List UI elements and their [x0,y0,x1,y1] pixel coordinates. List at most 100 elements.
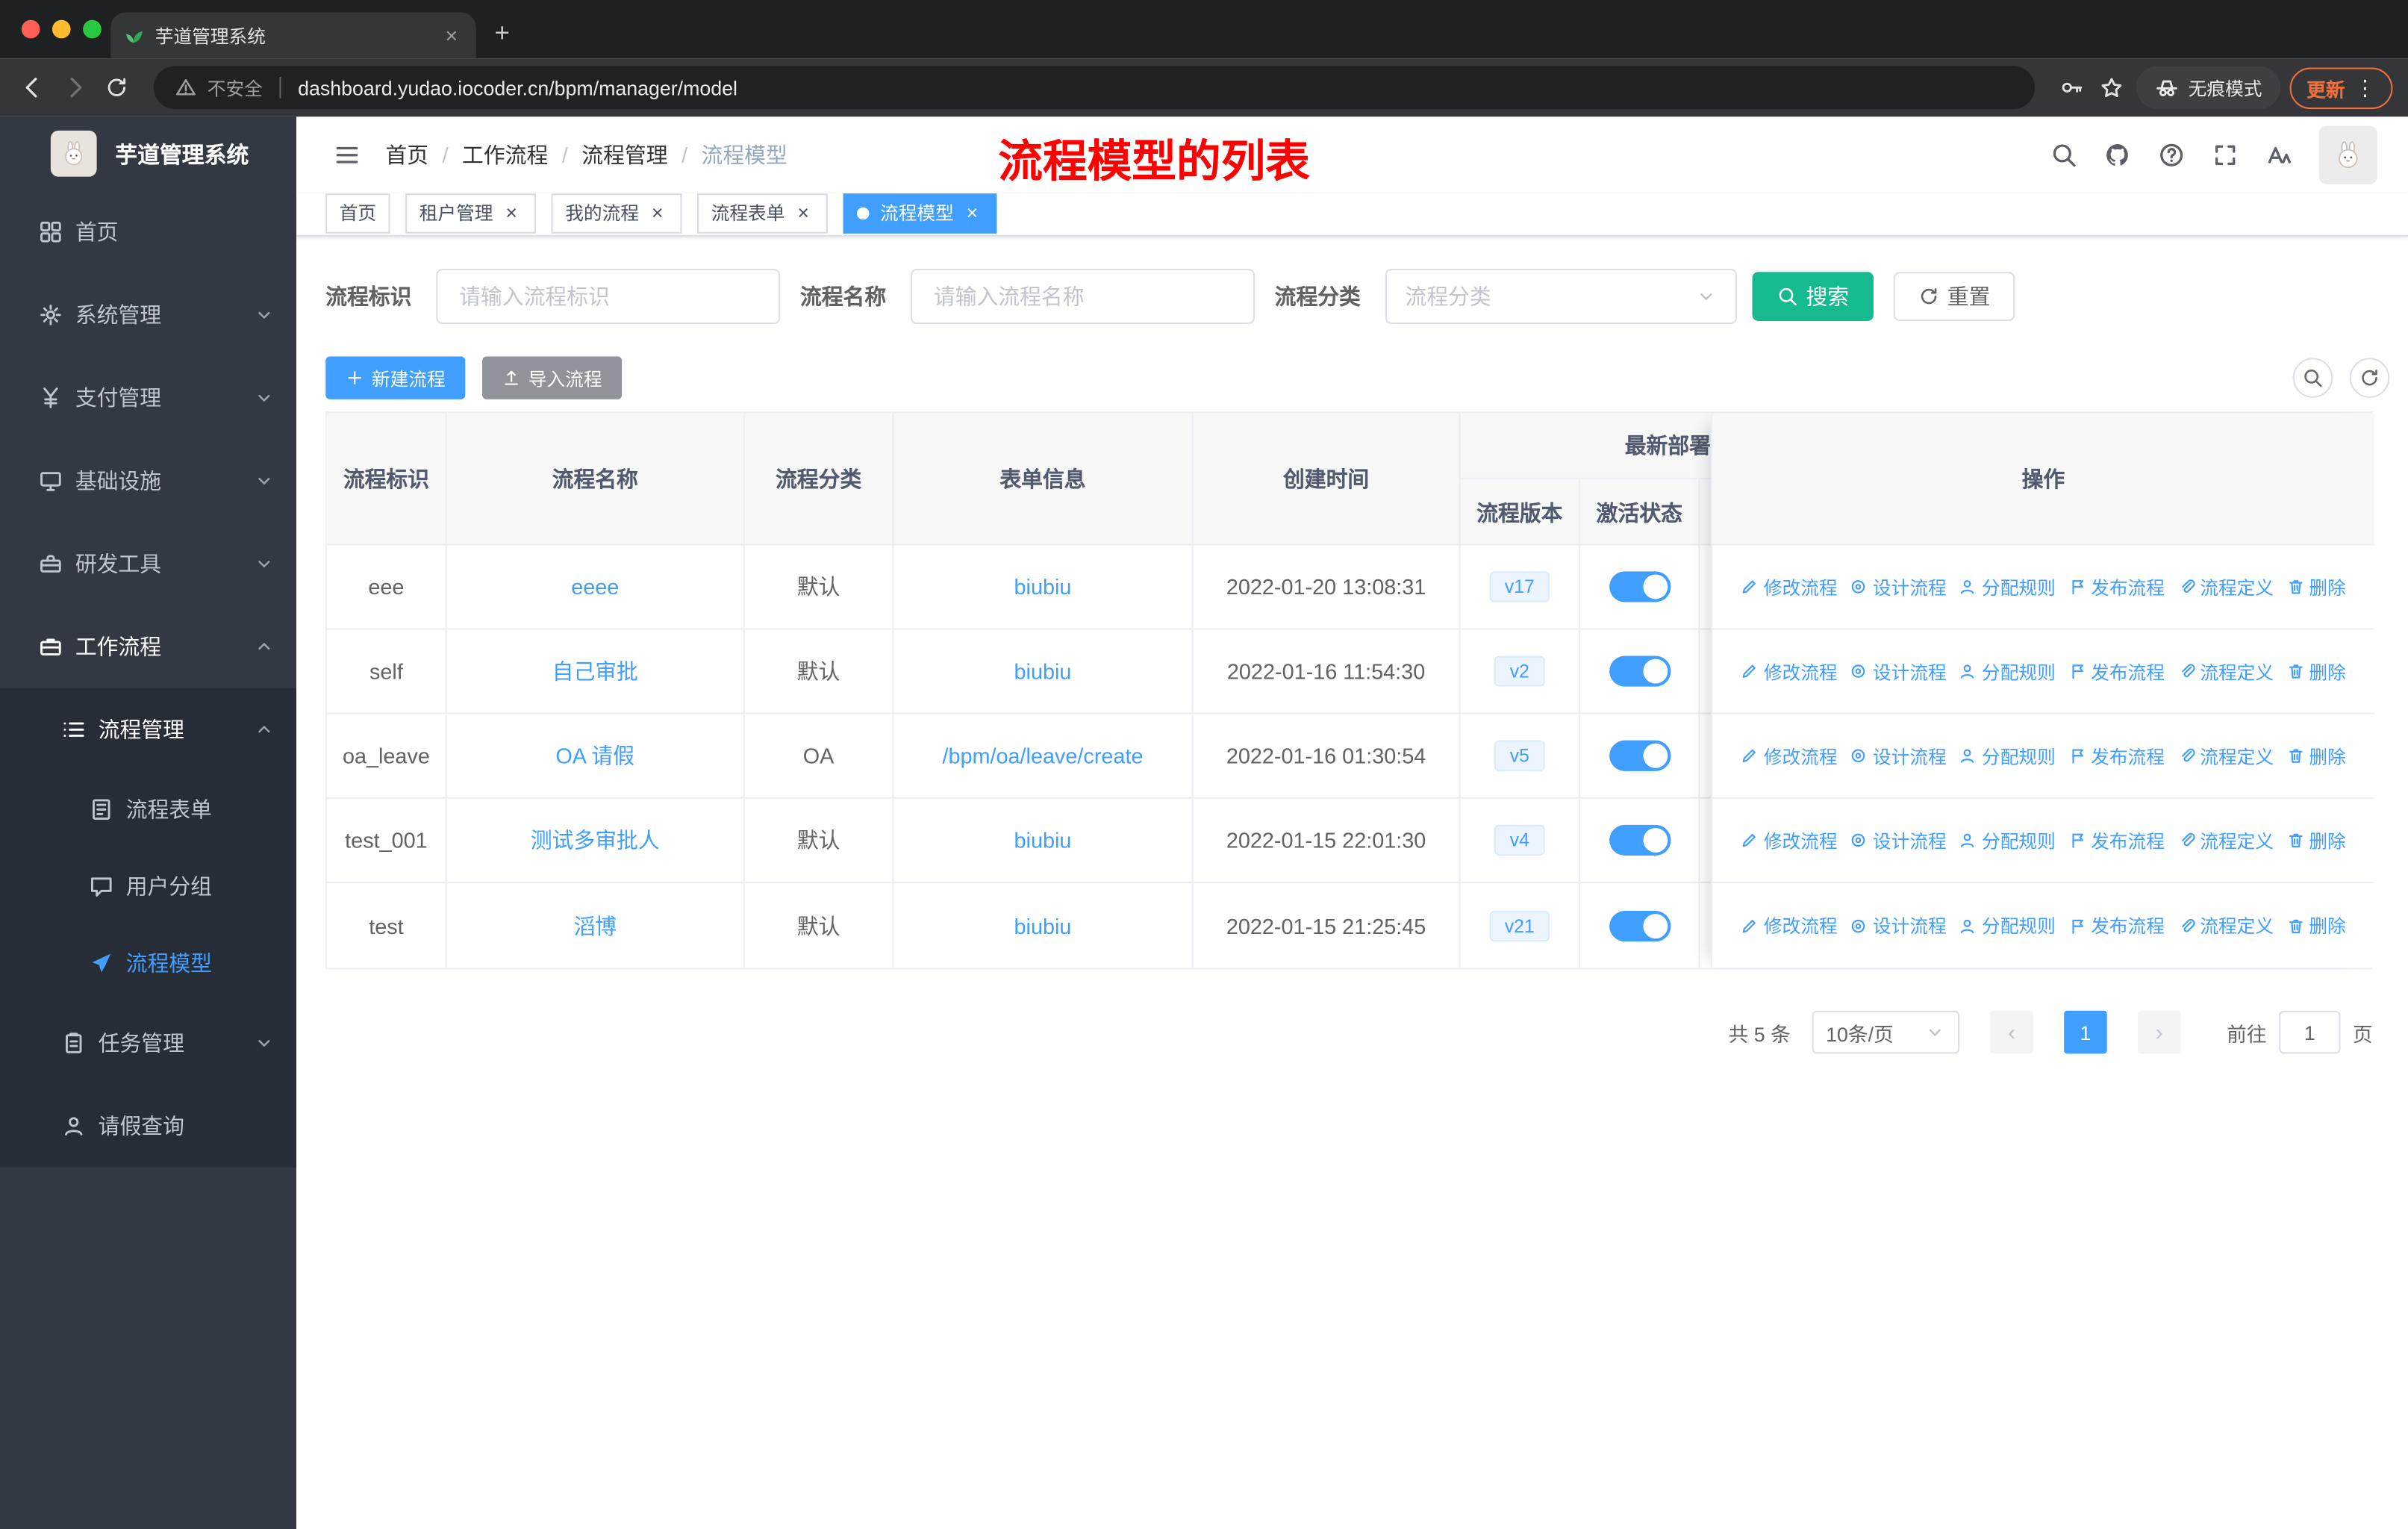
font-size-icon[interactable] [2265,141,2293,169]
tag-process-model[interactable]: 流程模型 × [843,193,997,233]
tag-my-process[interactable]: 我的流程 × [551,193,682,233]
sidebar-item-process-mgmt[interactable]: 流程管理 [0,688,296,771]
current-page-button[interactable]: 1 [2064,1010,2107,1054]
password-key-icon[interactable] [2056,72,2087,103]
publish-process-link[interactable]: 发布流程 [2068,743,2165,769]
process-name-link[interactable]: eeee [571,574,619,599]
publish-process-link[interactable]: 发布流程 [2068,573,2165,600]
toggle-search-button[interactable] [2292,358,2333,398]
version-tag[interactable]: v4 [1494,824,1545,856]
assign-rule-link[interactable]: 分配规则 [1959,658,2056,685]
breadcrumb-workflow[interactable]: 工作流程 [462,140,568,170]
version-tag[interactable]: v5 [1494,740,1545,771]
category-select[interactable]: 流程分类 [1385,269,1737,325]
delete-link[interactable]: 删除 [2286,827,2346,853]
process-definition-link[interactable]: 流程定义 [2177,658,2274,685]
active-toggle[interactable] [1609,740,1671,771]
assign-rule-link[interactable]: 分配规则 [1959,827,2056,853]
sidebar-logo[interactable]: 芋道管理系统 [0,116,296,190]
active-toggle[interactable] [1609,655,1671,687]
hamburger-icon[interactable] [333,141,361,169]
modify-process-link[interactable]: 修改流程 [1741,658,1838,685]
process-name-link[interactable]: 滔博 [573,910,617,941]
assign-rule-link[interactable]: 分配规则 [1959,743,2056,769]
browser-update-button[interactable]: 更新 ⋮ [2289,66,2393,109]
url-text[interactable]: dashboard.yudao.iocoder.cn/bpm/manager/m… [298,76,737,99]
sidebar-item-payment[interactable]: 支付管理 [0,356,296,439]
process-id-input[interactable] [436,269,781,325]
design-process-link[interactable]: 设计流程 [1850,573,1947,600]
form-info-link[interactable]: biubiu [1014,913,1072,938]
bookmark-star-icon[interactable] [2096,72,2127,103]
tag-close-icon[interactable]: × [501,202,523,225]
sidebar-item-process-form[interactable]: 流程表单 [0,771,296,848]
breadcrumb-home[interactable]: 首页 [385,140,448,170]
design-process-link[interactable]: 设计流程 [1850,912,1947,938]
next-page-button[interactable]: › [2137,1010,2181,1054]
version-tag[interactable]: v17 [1489,571,1550,602]
sidebar-item-process-model[interactable]: 流程模型 [0,925,296,1002]
browser-tab[interactable]: 芋道管理系统 × [110,12,476,59]
close-window-button[interactable] [21,19,40,39]
version-tag[interactable]: v21 [1489,910,1550,941]
form-info-link[interactable]: biubiu [1014,659,1072,684]
url-bar[interactable]: 不安全 dashboard.yudao.iocoder.cn/bpm/manag… [153,66,2035,110]
window-controls[interactable] [21,19,102,39]
github-icon[interactable] [2104,141,2132,169]
sidebar-item-task-mgmt[interactable]: 任务管理 [0,1001,296,1084]
reset-button[interactable]: 重置 [1893,272,2015,321]
import-process-button[interactable]: 导入流程 [482,356,623,399]
modify-process-link[interactable]: 修改流程 [1741,827,1838,853]
tag-close-icon[interactable]: × [646,202,668,225]
refresh-table-button[interactable] [2349,358,2390,398]
tag-home[interactable]: 首页 [325,193,390,233]
process-definition-link[interactable]: 流程定义 [2177,573,2274,600]
design-process-link[interactable]: 设计流程 [1850,743,1947,769]
publish-process-link[interactable]: 发布流程 [2068,912,2165,938]
maximize-window-button[interactable] [83,19,102,39]
delete-link[interactable]: 删除 [2286,573,2346,600]
security-label[interactable]: 不安全 [208,75,263,101]
process-definition-link[interactable]: 流程定义 [2177,912,2274,938]
active-toggle[interactable] [1609,571,1671,602]
version-tag[interactable]: v2 [1494,655,1545,687]
tag-close-icon[interactable]: × [793,202,814,225]
modify-process-link[interactable]: 修改流程 [1741,573,1838,600]
form-info-link[interactable]: biubiu [1014,828,1072,853]
form-info-link[interactable]: /bpm/oa/leave/create [942,744,1143,768]
back-icon[interactable] [16,71,49,105]
delete-link[interactable]: 删除 [2286,658,2346,685]
publish-process-link[interactable]: 发布流程 [2068,827,2165,853]
sidebar-item-workflow[interactable]: 工作流程 [0,605,296,688]
design-process-link[interactable]: 设计流程 [1850,827,1947,853]
process-definition-link[interactable]: 流程定义 [2177,743,2274,769]
modify-process-link[interactable]: 修改流程 [1741,743,1838,769]
tag-process-form[interactable]: 流程表单 × [697,193,829,233]
assign-rule-link[interactable]: 分配规则 [1959,912,2056,938]
breadcrumb-process-mgmt[interactable]: 流程管理 [581,140,687,170]
tab-close-icon[interactable]: × [439,23,464,48]
minimize-window-button[interactable] [52,19,71,39]
forward-icon[interactable] [58,71,92,105]
tag-close-icon[interactable]: × [961,202,983,225]
publish-process-link[interactable]: 发布流程 [2068,658,2165,685]
sidebar-item-dev-tools[interactable]: 研发工具 [0,523,296,605]
active-toggle[interactable] [1609,824,1671,856]
search-button[interactable]: 搜索 [1752,272,1874,321]
fullscreen-icon[interactable] [2212,141,2239,169]
incognito-badge[interactable]: 无痕模式 [2136,66,2281,110]
prev-page-button[interactable]: ‹ [1990,1010,2033,1054]
sidebar-item-leave-query[interactable]: 请假查询 [0,1085,296,1168]
goto-page-input[interactable] [2279,1010,2341,1054]
process-definition-link[interactable]: 流程定义 [2177,827,2274,853]
assign-rule-link[interactable]: 分配规则 [1959,573,2056,600]
process-name-link[interactable]: 自己审批 [552,656,638,687]
search-icon[interactable] [2050,141,2078,169]
help-icon[interactable] [2158,141,2186,169]
modify-process-link[interactable]: 修改流程 [1741,912,1838,938]
active-toggle[interactable] [1609,910,1671,941]
user-avatar[interactable] [2318,125,2377,184]
sidebar-item-infrastructure[interactable]: 基础设施 [0,439,296,522]
process-name-link[interactable]: OA 请假 [555,741,634,771]
delete-link[interactable]: 删除 [2286,912,2346,938]
